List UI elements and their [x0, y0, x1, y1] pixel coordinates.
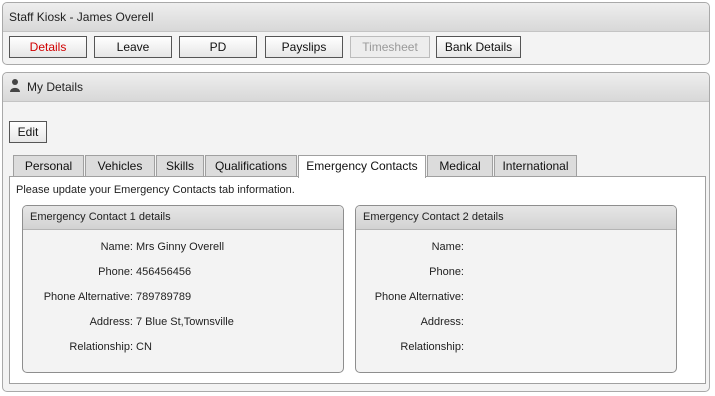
contact2-phone-row: Phone: [356, 266, 464, 280]
tab-medical[interactable]: Medical [427, 155, 493, 177]
name-label: Name: [100, 241, 133, 253]
payslips-button[interactable]: Payslips [265, 36, 343, 58]
tab-skills[interactable]: Skills [156, 155, 204, 177]
info-message: Please update your Emergency Contacts ta… [16, 184, 295, 196]
my-details-panel: My Details Edit Personal Vehicles Skills… [2, 72, 710, 392]
leave-button[interactable]: Leave [94, 36, 172, 58]
user-icon [9, 74, 21, 102]
my-details-title: My Details [27, 80, 84, 94]
contact2-relationship-row: Relationship: [356, 341, 464, 355]
relationship-label: Relationship: [400, 341, 464, 353]
emergency-contact-2-title: Emergency Contact 2 details [356, 206, 676, 230]
details-button[interactable]: Details [9, 36, 87, 58]
tab-international[interactable]: International [494, 155, 577, 177]
edit-button[interactable]: Edit [9, 121, 47, 143]
phone-label: Phone: [429, 266, 464, 278]
contact2-address-row: Address: [356, 316, 464, 330]
timesheet-button: Timesheet [350, 36, 430, 58]
phone-alternative-label: Phone Alternative: [43, 291, 133, 303]
kiosk-title: Staff Kiosk - James Overell [3, 3, 709, 32]
tab-personal[interactable]: Personal [13, 155, 84, 177]
relationship-label: Relationship: [69, 341, 133, 353]
contact2-name-row: Name: [356, 241, 464, 255]
contact1-name-row: Name: [23, 241, 133, 255]
contact1-address-value: 7 Blue St,Townsville [136, 316, 234, 328]
contact1-phone-value: 456456456 [136, 266, 192, 278]
contact1-phone-row: Phone: [23, 266, 133, 280]
contact1-phone-alt-value: 789789789 [136, 291, 192, 303]
phone-label: Phone: [98, 266, 133, 278]
bank-details-button[interactable]: Bank Details [436, 36, 521, 58]
contact1-relationship-row: Relationship: [23, 341, 133, 355]
tab-qualifications[interactable]: Qualifications [205, 155, 297, 177]
contact1-phone-alt-row: Phone Alternative: [23, 291, 133, 305]
contact1-name-value: Mrs Ginny Overell [136, 241, 225, 253]
tab-emergency-contacts[interactable]: Emergency Contacts [298, 155, 426, 178]
emergency-contact-2-box: Emergency Contact 2 details Name: Phone:… [355, 205, 677, 373]
name-label: Name: [431, 241, 464, 253]
address-label: Address: [420, 316, 464, 328]
address-label: Address: [89, 316, 133, 328]
tab-vehicles[interactable]: Vehicles [85, 155, 155, 177]
contact1-address-row: Address: [23, 316, 133, 330]
phone-alternative-label: Phone Alternative: [374, 291, 464, 303]
emergency-contact-1-title: Emergency Contact 1 details [23, 206, 343, 230]
contact2-phone-alt-row: Phone Alternative: [356, 291, 464, 305]
emergency-contact-1-box: Emergency Contact 1 details Name: Mrs Gi… [22, 205, 344, 373]
pd-button[interactable]: PD [179, 36, 257, 58]
staff-kiosk-panel: Staff Kiosk - James Overell Details Leav… [2, 2, 710, 65]
my-details-header: My Details [3, 73, 709, 102]
contact1-relationship-value: CN [136, 341, 152, 353]
tab-content: Please update your Emergency Contacts ta… [9, 176, 706, 384]
